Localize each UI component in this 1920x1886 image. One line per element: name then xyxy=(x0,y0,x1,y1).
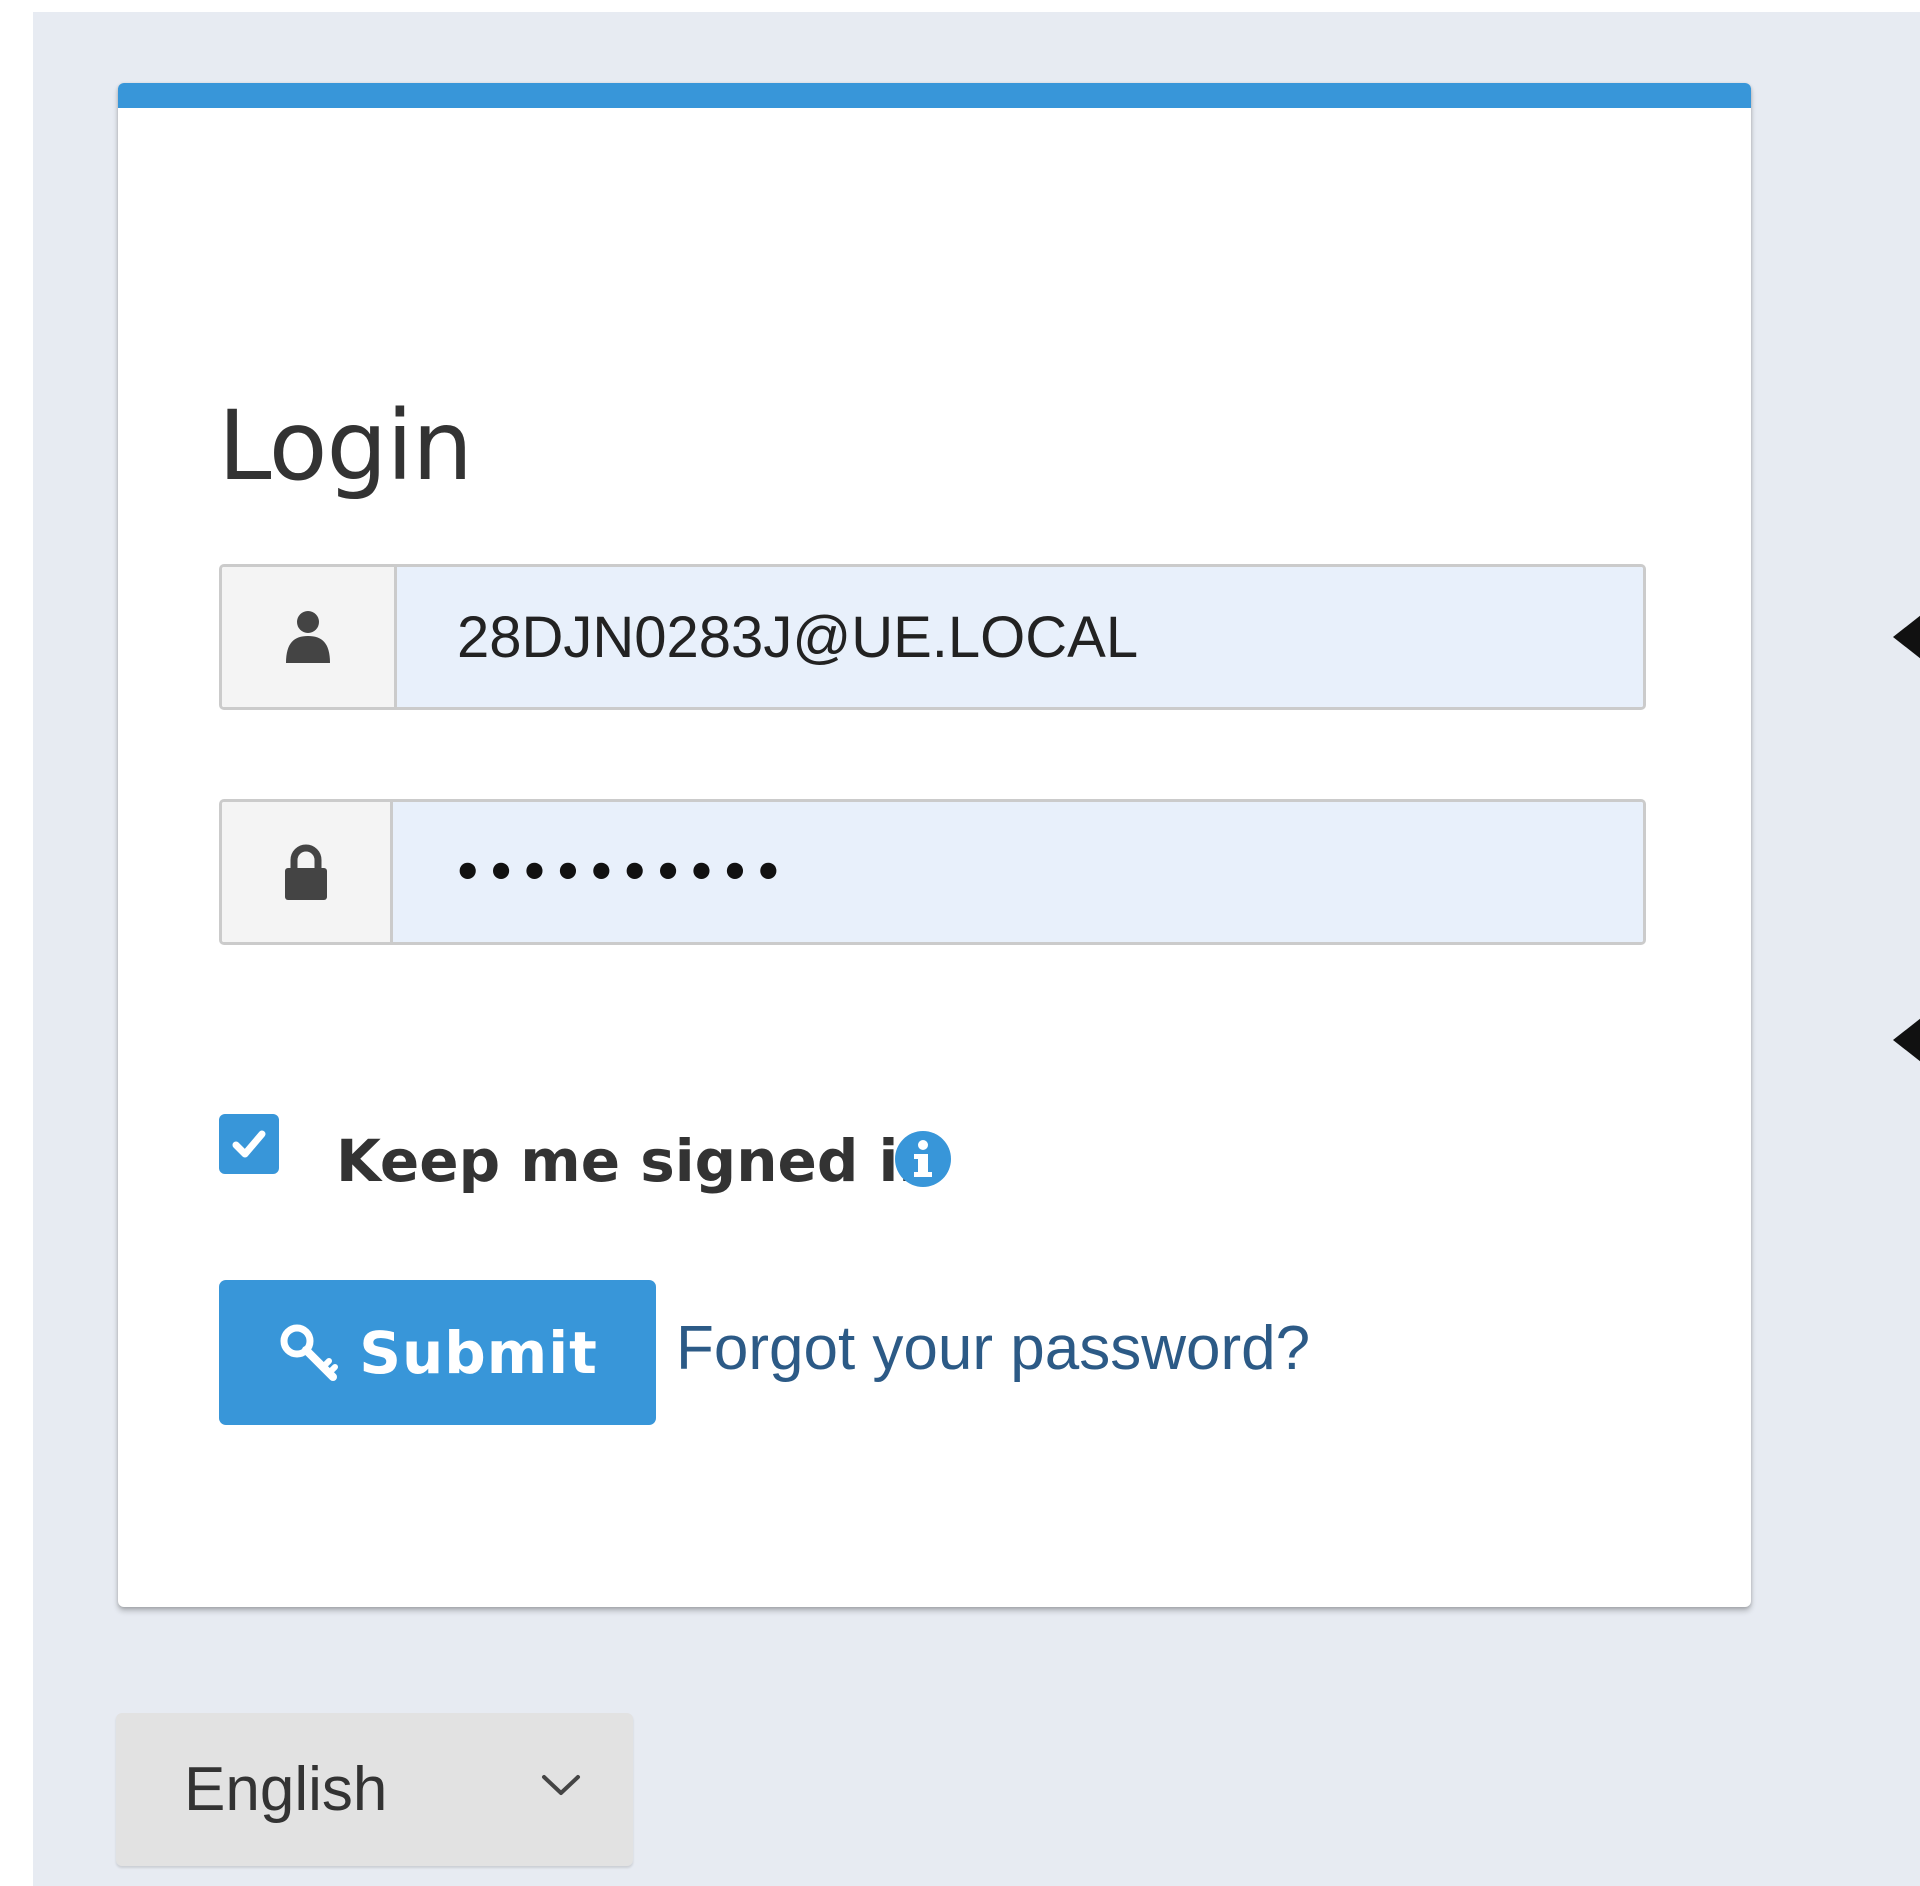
username-addon xyxy=(222,567,397,707)
language-select[interactable]: English xyxy=(116,1713,633,1866)
checkmark-icon xyxy=(232,1130,266,1158)
pointer-arrow-icon xyxy=(1893,615,1920,659)
info-icon[interactable] xyxy=(894,1130,952,1188)
password-input[interactable]: •••••••••• xyxy=(393,802,1643,942)
keep-signed-in-label[interactable]: Keep me signed in xyxy=(336,1129,940,1194)
page-title: Login xyxy=(218,390,473,502)
submit-button[interactable]: Submit xyxy=(219,1280,656,1425)
forgot-password-link[interactable]: Forgot your password? xyxy=(676,1313,1310,1384)
keep-signed-in-checkbox[interactable] xyxy=(219,1114,279,1174)
username-field: 28DJN0283J@UE.LOCAL xyxy=(219,564,1646,710)
chevron-down-icon xyxy=(542,1775,580,1795)
key-icon xyxy=(280,1324,339,1381)
login-card: Login 28DJN0283J@UE.LOCAL •••••••••• Kee… xyxy=(118,83,1751,1607)
password-addon xyxy=(222,802,393,942)
password-field: •••••••••• xyxy=(219,799,1646,945)
user-icon xyxy=(286,611,330,663)
card-accent-bar xyxy=(118,83,1751,108)
username-input[interactable]: 28DJN0283J@UE.LOCAL xyxy=(397,567,1643,707)
submit-label: Submit xyxy=(359,1318,598,1387)
lock-icon xyxy=(285,844,327,900)
pointer-arrow-icon xyxy=(1893,1018,1920,1062)
language-selected-value: English xyxy=(184,1755,388,1824)
